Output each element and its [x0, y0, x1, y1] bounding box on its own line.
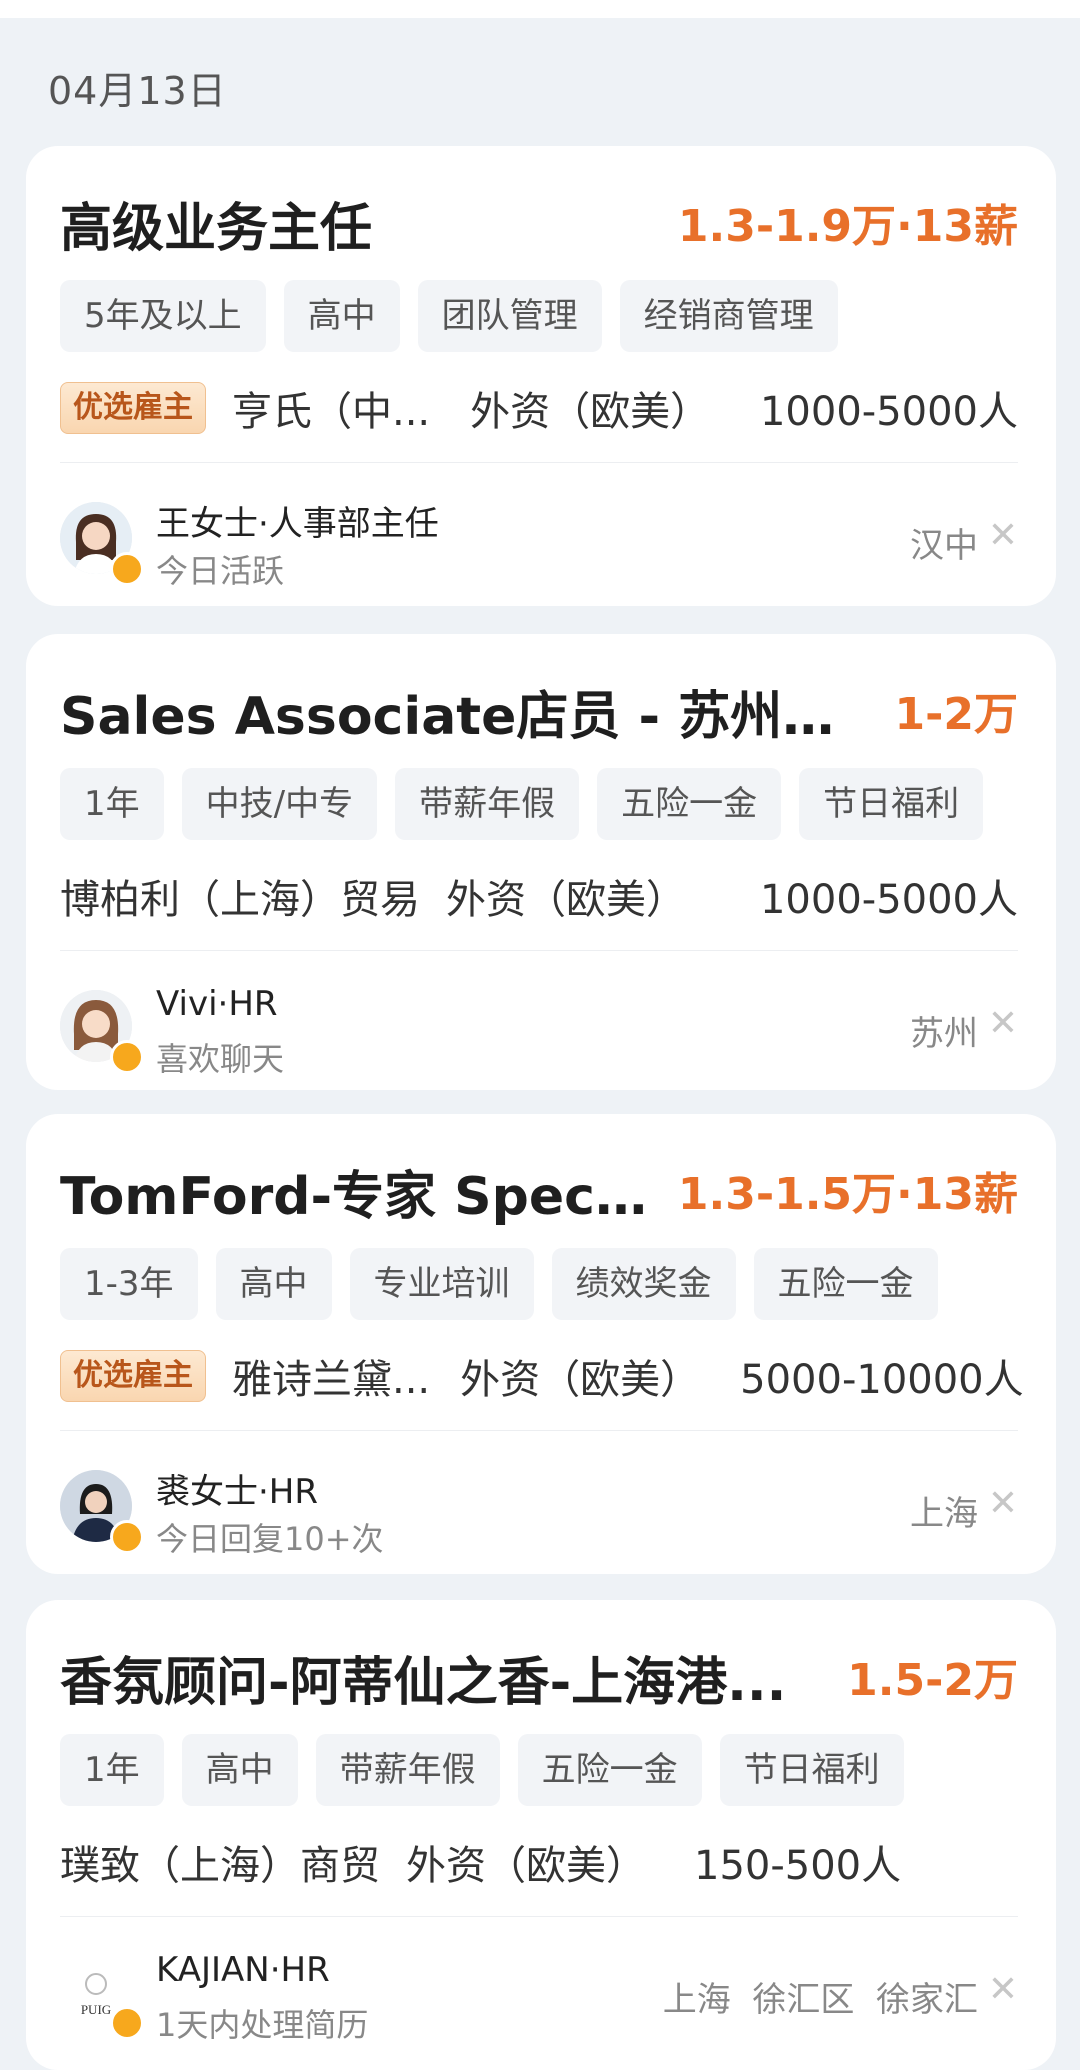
job-salary: 1-2万: [894, 689, 1019, 740]
job-card[interactable]: TomFord-专家 Speci... 1.3-1.5万·13薪 1-3年 高中…: [26, 1114, 1056, 1574]
close-icon[interactable]: ✕: [988, 1970, 1018, 2010]
company-row: 优选雇主 雅诗兰黛... 外资（欧美） 5000-10000人: [60, 1346, 1024, 1406]
job-tag: 节日福利: [719, 1734, 904, 1806]
job-salary: 1.3-1.9万·13薪: [677, 201, 1018, 252]
company-type: 外资（欧美）: [460, 1357, 701, 1403]
online-status-dot: [110, 1040, 144, 1074]
recruiter-name: Vivi·HR: [156, 984, 278, 1024]
divider: [60, 462, 1018, 463]
divider: [60, 950, 1018, 951]
company-size: 1000-5000人: [759, 389, 1018, 435]
preferred-employer-badge: 优选雇主: [60, 1350, 206, 1402]
recruiter-status: 今日活跃: [156, 552, 285, 590]
job-tag: 五险一金: [753, 1248, 938, 1320]
job-tag: 带薪年假: [315, 1734, 500, 1806]
job-tag: 五险一金: [597, 768, 782, 840]
job-title: Sales Associate店员 - 苏州比...: [60, 687, 860, 747]
job-tag: 专业培训: [349, 1248, 534, 1320]
recruiter-name: 王女士·人事部主任: [156, 504, 439, 544]
company-row: 璞致（上海）商贸 外资（欧美） 150-500人: [60, 1832, 1018, 1892]
job-tags: 1-3年 高中 专业培训 绩效奖金 五险一金: [60, 1248, 938, 1320]
recruiter-status: 1天内处理简历: [156, 2006, 369, 2044]
job-tags: 1年 中技/中专 带薪年假 五险一金 节日福利: [60, 768, 984, 840]
recruiter-status: 今日回复10+次: [156, 1520, 384, 1558]
online-status-dot: [110, 2006, 144, 2040]
date-header: 04月13日: [48, 69, 227, 113]
job-tag: 高中: [283, 280, 400, 352]
job-location: 上海: [910, 1494, 978, 1534]
recruiter-row: 裘女士·HR 今日回复10+次 上海 ✕: [60, 1450, 1018, 1560]
company-name: 雅诗兰黛...: [232, 1357, 431, 1403]
recruiter-row: Vivi·HR 喜欢聊天 苏州 ✕: [60, 970, 1018, 1080]
job-title: 高级业务主任: [60, 199, 373, 259]
job-tag: 绩效奖金: [551, 1248, 736, 1320]
top-strip: [0, 0, 1080, 18]
close-icon[interactable]: ✕: [988, 1004, 1018, 1044]
company-row: 优选雇主 亨氏（中... 外资（欧美） 1000-5000人: [60, 378, 1018, 438]
job-tag: 1年: [60, 1734, 164, 1806]
job-card[interactable]: Sales Associate店员 - 苏州比... 1-2万 1年 中技/中专…: [26, 634, 1056, 1090]
company-size: 150-500人: [694, 1843, 902, 1889]
company-type: 外资（欧美）: [406, 1843, 646, 1889]
job-tag: 团队管理: [417, 280, 602, 352]
job-location: 汉中: [910, 526, 978, 566]
job-card[interactable]: 高级业务主任 1.3-1.9万·13薪 5年及以上 高中 团队管理 经销商管理 …: [26, 146, 1056, 606]
recruiter-row: 王女士·人事部主任 今日活跃 汉中 ✕: [60, 482, 1018, 592]
job-tag: 节日福利: [799, 768, 984, 840]
job-title: 香氛顾问-阿蒂仙之香-上海港...: [60, 1653, 787, 1713]
recruiter-name: KAJIAN·HR: [156, 1950, 330, 1990]
company-size: 1000-5000人: [759, 877, 1018, 923]
company-type: 外资（欧美）: [470, 389, 711, 435]
job-tag: 高中: [215, 1248, 332, 1320]
job-tag: 五险一金: [517, 1734, 702, 1806]
company-size: 5000-10000人: [740, 1357, 1024, 1403]
puig-logo-text: PUIG: [81, 2002, 111, 2017]
job-location: 上海 徐汇区 徐家汇: [662, 1980, 978, 2020]
divider: [60, 1916, 1018, 1917]
company-row: 博柏利（上海）贸易 外资（欧美） 1000-5000人: [60, 866, 1018, 926]
recruiter-row: PUIG KAJIAN·HR 1天内处理简历 上海 徐汇区 徐家汇 ✕: [60, 1936, 1018, 2046]
online-status-dot: [110, 552, 144, 586]
job-tag: 中技/中专: [181, 768, 378, 840]
close-icon[interactable]: ✕: [988, 516, 1018, 556]
company-name: 博柏利（上海）贸易: [60, 877, 420, 923]
close-icon[interactable]: ✕: [988, 1484, 1018, 1524]
job-tags: 1年 高中 带薪年假 五险一金 节日福利: [60, 1734, 904, 1806]
job-tag: 高中: [181, 1734, 298, 1806]
job-tag: 1年: [60, 768, 164, 840]
job-location: 苏州: [910, 1014, 978, 1054]
company-type: 外资（欧美）: [446, 877, 686, 923]
company-name: 璞致（上海）商贸: [60, 1843, 380, 1889]
recruiter-name: 裘女士·HR: [156, 1472, 318, 1512]
online-status-dot: [110, 1520, 144, 1554]
company-name: 亨氏（中...: [232, 389, 431, 435]
job-tag: 5年及以上: [60, 280, 266, 352]
divider: [60, 1430, 1018, 1431]
job-tag: 带薪年假: [395, 768, 580, 840]
job-tag: 1-3年: [60, 1248, 198, 1320]
preferred-employer-badge: 优选雇主: [60, 382, 206, 434]
job-salary: 1.5-2万: [847, 1655, 1018, 1706]
job-tag: 经销商管理: [619, 280, 838, 352]
recruiter-status: 喜欢聊天: [156, 1040, 285, 1078]
job-tags: 5年及以上 高中 团队管理 经销商管理: [60, 280, 838, 352]
job-salary: 1.3-1.5万·13薪: [677, 1169, 1018, 1220]
job-card[interactable]: 香氛顾问-阿蒂仙之香-上海港... 1.5-2万 1年 高中 带薪年假 五险一金…: [26, 1600, 1056, 2070]
job-title: TomFord-专家 Speci...: [60, 1167, 650, 1227]
